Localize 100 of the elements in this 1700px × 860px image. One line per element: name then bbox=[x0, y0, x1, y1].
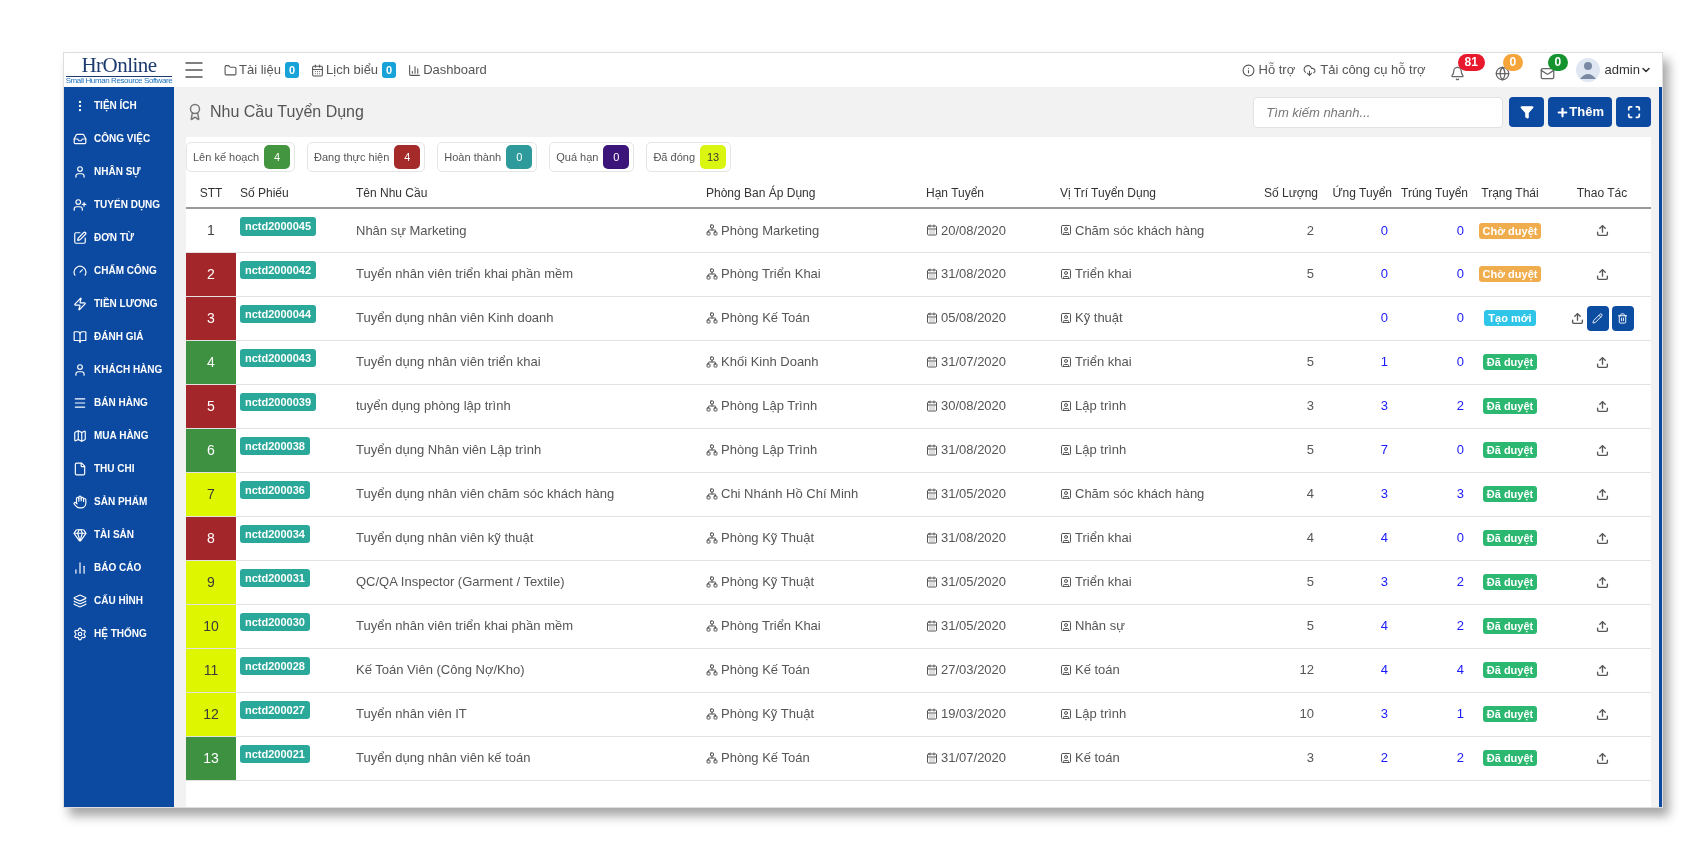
column-header: Trúng Tuyển bbox=[1396, 178, 1472, 208]
fullscreen-icon bbox=[1626, 105, 1641, 119]
table-cell-text: 19/03/2020 bbox=[941, 705, 1007, 724]
bell-icon bbox=[1449, 65, 1465, 81]
calendar-icon bbox=[311, 63, 325, 77]
sidebar-item[interactable]: CẤU HÌNH bbox=[64, 584, 174, 617]
calendar-icon bbox=[926, 224, 938, 237]
row-number: 4 bbox=[186, 340, 236, 384]
org-chart-icon bbox=[706, 708, 718, 720]
filter-chip[interactable]: Đang thực hiện 4 bbox=[307, 142, 426, 172]
upload-icon[interactable] bbox=[1595, 355, 1609, 369]
filter-chip[interactable]: Đã đóng 13 bbox=[646, 142, 731, 172]
add-button[interactable]: Thêm bbox=[1548, 97, 1612, 127]
filter-chip[interactable]: Quá hạn 0 bbox=[549, 142, 635, 172]
fullscreen-button[interactable] bbox=[1616, 97, 1651, 127]
org-chart-icon bbox=[706, 224, 718, 237]
upload-icon[interactable] bbox=[1595, 619, 1609, 633]
upload-icon[interactable] bbox=[1595, 663, 1609, 677]
header-link[interactable]: Hỗ trợ bbox=[1241, 60, 1296, 80]
calendar-icon bbox=[926, 576, 938, 588]
cloud-download-icon bbox=[1303, 63, 1317, 77]
sidebar-item[interactable]: ĐƠN TỪ bbox=[64, 221, 174, 254]
delete-button[interactable] bbox=[1611, 305, 1634, 331]
sidebar-item[interactable]: TUYỂN DỤNG bbox=[64, 188, 174, 221]
calendar-icon bbox=[926, 708, 938, 720]
sidebar-item[interactable]: MUA HÀNG bbox=[64, 419, 174, 452]
table-cell-text: 31/08/2020 bbox=[941, 265, 1007, 284]
row-number: 5 bbox=[186, 384, 236, 428]
table-cell-text: 05/08/2020 bbox=[941, 309, 1007, 328]
nav-link[interactable]: Tài liệu 0 bbox=[224, 60, 300, 80]
table-cell: Tuyển dụng nhân viên kế toán bbox=[352, 736, 702, 780]
sidebar-item[interactable]: NHÂN SỰ bbox=[64, 155, 174, 188]
calendar-icon bbox=[926, 400, 938, 412]
table-cell-text: Phòng Kế Toán bbox=[721, 309, 810, 328]
table-cell-text: Triển khai bbox=[1075, 353, 1132, 372]
org-chart-icon bbox=[706, 620, 718, 632]
upload-icon[interactable] bbox=[1595, 487, 1609, 501]
nav-link[interactable]: Dashboard bbox=[408, 60, 487, 80]
table-cell-text: Lập trình bbox=[1075, 397, 1127, 416]
table-cell-text: Triển khai bbox=[1075, 573, 1132, 592]
upload-icon[interactable] bbox=[1595, 707, 1609, 721]
sidebar-item[interactable]: KHÁCH HÀNG bbox=[64, 353, 174, 386]
table-cell-text: Phòng Kế Toán bbox=[721, 749, 810, 768]
upload-icon[interactable] bbox=[1595, 531, 1609, 545]
pencil-icon bbox=[1592, 312, 1603, 324]
edit-button[interactable] bbox=[1586, 305, 1609, 331]
sidebar-item[interactable]: CHẤM CÔNG bbox=[64, 254, 174, 287]
upload-icon[interactable] bbox=[1595, 575, 1609, 589]
status-badge: Đã duyệt bbox=[1482, 706, 1538, 723]
sidebar-item[interactable]: THU CHI bbox=[64, 452, 174, 485]
sidebar-item[interactable]: ĐÁNH GIÁ bbox=[64, 320, 174, 353]
table-cell: 5 bbox=[1306, 574, 1314, 590]
table-cell-text: Chăm sóc khách hàng bbox=[1075, 485, 1205, 504]
row-number: 12 bbox=[186, 692, 236, 736]
table-cell-text: Phòng Lập Trình bbox=[721, 441, 818, 460]
table-cell-text: Triển khai bbox=[1075, 529, 1132, 548]
header-link[interactable]: Tải công cụ hỗ trợ bbox=[1303, 60, 1426, 80]
book-icon bbox=[73, 329, 87, 344]
filter-chip[interactable]: Lên kế hoạch 4 bbox=[186, 142, 296, 172]
file-icon bbox=[73, 461, 87, 476]
sidebar-item[interactable]: SẢN PHẨM bbox=[64, 485, 174, 518]
sidebar-item[interactable]: HỆ THỐNG bbox=[64, 617, 174, 650]
sidebar-item[interactable]: CÔNG VIỆC bbox=[64, 122, 174, 155]
filter-chip[interactable]: Hoàn thành 0 bbox=[437, 142, 538, 172]
status-badge: Đã duyệt bbox=[1482, 398, 1538, 415]
filter-button[interactable] bbox=[1509, 97, 1545, 127]
status-badge: Đã duyệt bbox=[1482, 662, 1538, 679]
table-cell-text: Phòng Lập Trình bbox=[721, 397, 818, 416]
sidebar-item[interactable]: BÁN HÀNG bbox=[64, 386, 174, 419]
table-cell: 3 bbox=[1306, 398, 1314, 414]
org-chart-icon bbox=[706, 444, 718, 456]
org-chart-icon bbox=[706, 752, 718, 764]
upload-icon[interactable] bbox=[1595, 399, 1609, 413]
org-chart-icon bbox=[706, 268, 718, 280]
sidebar-item[interactable]: TIỆN ÍCH bbox=[64, 89, 174, 122]
upload-icon[interactable] bbox=[1595, 443, 1609, 457]
user-menu[interactable]: admin bbox=[1604, 60, 1652, 80]
sidebar-item[interactable]: TÀI SẢN bbox=[64, 518, 174, 551]
count-badge: 0 bbox=[506, 145, 533, 169]
layers-icon bbox=[73, 593, 87, 608]
status-badge: Chờ duyệt bbox=[1478, 222, 1542, 239]
table-cell-text: Phòng Triển Khai bbox=[721, 265, 821, 284]
row-number: 7 bbox=[186, 472, 236, 516]
column-header: Vị Trí Tuyển Dụng bbox=[1056, 178, 1252, 208]
table-cell-text: Phòng Kỹ Thuật bbox=[721, 529, 814, 548]
upload-icon[interactable] bbox=[1570, 311, 1584, 325]
nav-link[interactable]: Lịch biểu 0 bbox=[311, 60, 397, 80]
upload-icon[interactable] bbox=[1595, 267, 1609, 281]
bar-chart-icon bbox=[73, 560, 87, 575]
table-cell: Tuyển dụng nhân viên Kinh doanh bbox=[352, 296, 702, 340]
column-header: Tên Nhu Cầu bbox=[352, 178, 702, 208]
upload-icon[interactable] bbox=[1595, 751, 1609, 765]
sidebar-item[interactable]: TIỀN LƯƠNG bbox=[64, 287, 174, 320]
sidebar-item[interactable]: BÁO CÁO bbox=[64, 551, 174, 584]
upload-icon[interactable] bbox=[1595, 223, 1609, 237]
hand-icon bbox=[73, 494, 87, 509]
table-cell: 0 bbox=[1380, 222, 1388, 238]
gem-icon bbox=[73, 527, 87, 542]
table-cell: 3 bbox=[1456, 486, 1464, 502]
search-field[interactable]: Tìm kiếm nhanh... bbox=[1253, 96, 1504, 128]
